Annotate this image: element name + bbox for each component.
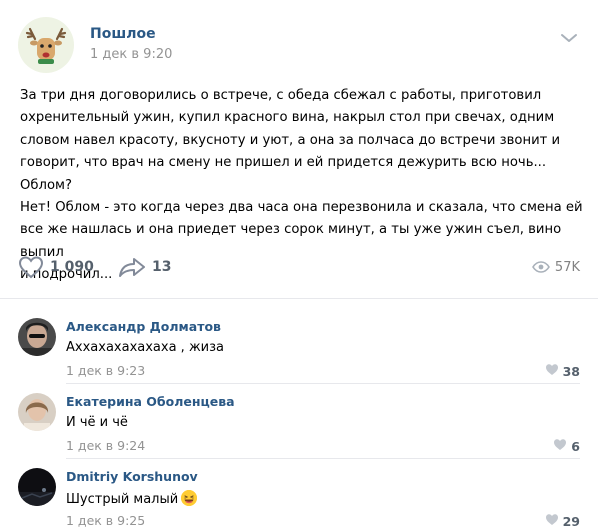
commenter-avatar[interactable] (18, 318, 56, 356)
heart-icon (545, 363, 563, 379)
post-author-name[interactable]: Пошлое (90, 26, 156, 42)
commenter-name[interactable]: Александр Долматов (66, 319, 221, 334)
like-button[interactable]: 1 090 (18, 252, 94, 282)
commenter-avatar[interactable] (18, 393, 56, 431)
comments-divider (0, 298, 598, 299)
comment-separator (66, 383, 580, 384)
eye-icon (531, 261, 550, 273)
comment-text: И чё и чё (66, 415, 128, 430)
commenter-name[interactable]: Dmitriy Korshunov (66, 469, 198, 484)
comment-like-count: 29 (562, 513, 580, 529)
comment-like-count: 6 (571, 438, 580, 454)
comment-text: Шустрый малый (66, 490, 198, 507)
comment-timestamp[interactable]: 1 дек в 9:24 (66, 438, 145, 453)
share-count: 13 (152, 259, 172, 275)
comment-timestamp[interactable]: 1 дек в 9:23 (66, 363, 145, 378)
comment-item: Александр Долматов Аххахахахахаха , жиза… (0, 318, 598, 390)
heart-icon (545, 513, 563, 529)
chevron-down-icon[interactable] (560, 29, 578, 42)
comment-text-content: Шустрый малый (66, 492, 179, 507)
heart-icon (18, 255, 44, 279)
heart-icon (553, 438, 571, 454)
views-counter: 57K (531, 252, 580, 282)
share-button[interactable]: 13 (118, 252, 171, 282)
comment-like-button[interactable]: 6 (553, 438, 580, 454)
share-arrow-icon (118, 256, 146, 278)
comment-like-count: 38 (562, 363, 580, 379)
post-timestamp[interactable]: 1 дек в 9:20 (90, 47, 172, 62)
views-count: 57K (554, 259, 580, 275)
comment-item: Dmitriy Korshunov Шустрый малый 1 дек в … (0, 468, 598, 531)
comment-like-button[interactable]: 29 (545, 513, 580, 529)
comment-separator (66, 458, 580, 459)
comment-timestamp[interactable]: 1 дек в 9:25 (66, 513, 145, 528)
commenter-name[interactable]: Екатерина Оболенцева (66, 394, 235, 409)
laughing-face-emoji (181, 490, 198, 506)
post-header: Пошлое 1 дек в 9:20 (18, 17, 580, 73)
comment-text: Аххахахахахаха , жиза (66, 340, 224, 355)
like-count: 1 090 (50, 259, 94, 275)
deer-avatar-icon[interactable] (18, 17, 74, 73)
commenter-avatar[interactable] (18, 468, 56, 506)
post-action-bar: 1 090 13 57K (18, 252, 580, 282)
comment-like-button[interactable]: 38 (545, 363, 580, 379)
comment-item: Екатерина Оболенцева И чё и чё 1 дек в 9… (0, 393, 598, 465)
